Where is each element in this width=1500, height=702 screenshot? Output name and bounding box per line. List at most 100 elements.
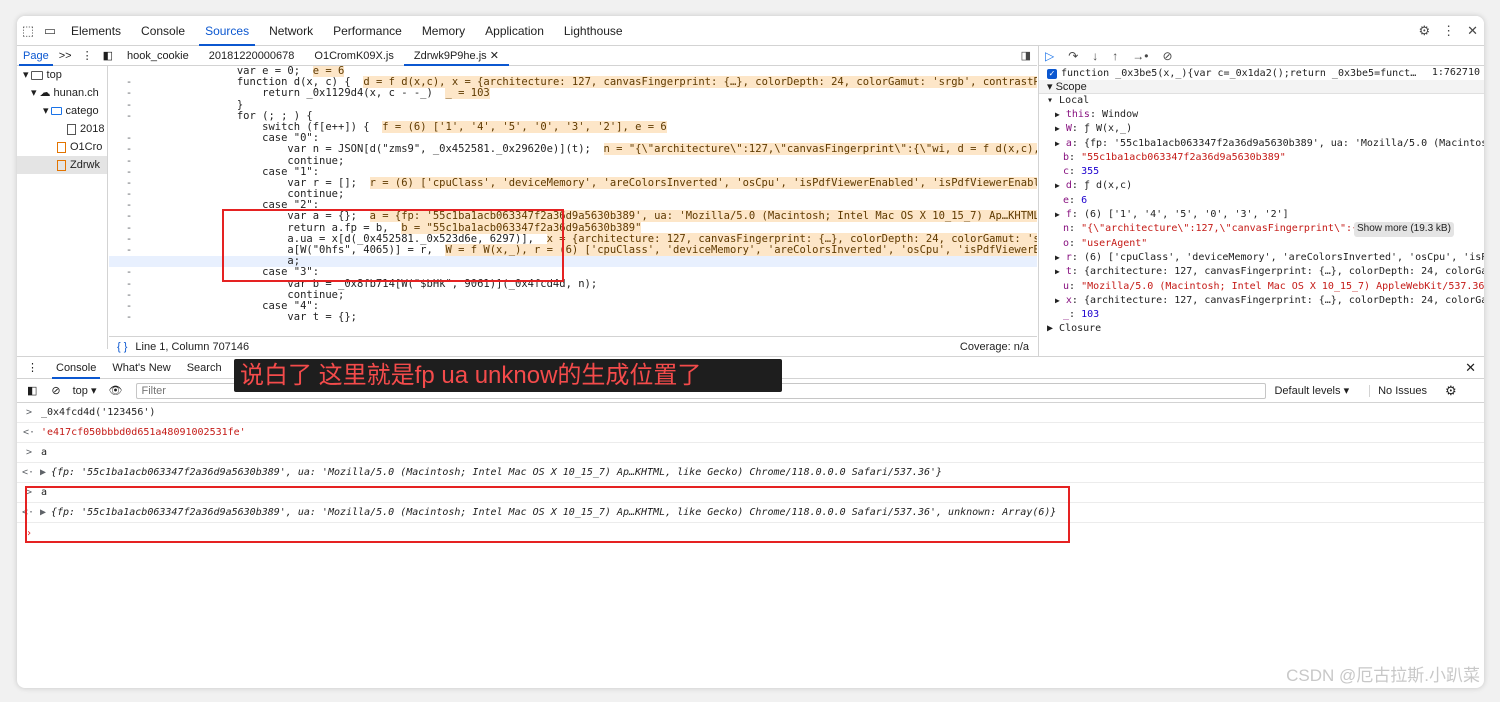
step-out-icon[interactable]: ↑ (1112, 49, 1118, 63)
context-selector[interactable]: top ▾ (73, 384, 97, 397)
scope-variable-key: this (1065, 109, 1090, 120)
resume-icon[interactable]: ▷ (1045, 49, 1054, 63)
file-tab-o1cromk09x[interactable]: O1CromK09X.js (304, 46, 403, 66)
issues-counter[interactable]: No Issues (1369, 384, 1427, 397)
sidebar-toggle-icon[interactable]: ◧ (27, 384, 37, 397)
tab-network[interactable]: Network (259, 16, 323, 46)
scope-variable[interactable]: b: "55c1ba1acb063347f2a36d9a5630b389" (1039, 151, 1484, 165)
expand-arrow-icon: ▶ (1055, 124, 1060, 134)
scope-variable[interactable]: ▶ t: {architecture: 127, canvasFingerpri… (1039, 265, 1484, 279)
tab-sources[interactable]: Sources (195, 16, 259, 46)
close-drawer-icon[interactable]: ✕ (1465, 360, 1476, 376)
toggle-debugger-icon[interactable]: ◨ (1021, 49, 1031, 62)
tree-item-top[interactable]: ▾ top (17, 66, 107, 84)
console-message[interactable]: > _0x4fcd4d('123456') (17, 403, 1484, 423)
toggle-navigator-icon[interactable]: ◧ (99, 46, 117, 66)
script-file-icon (57, 159, 66, 171)
checkbox-checked-icon[interactable]: ✓ (1047, 69, 1057, 79)
callstack-code: function _0x3be5(x,_){var c=_0x1da2();re… (1061, 68, 1417, 79)
code-text: function d(x, c) { (236, 76, 351, 89)
file-tab-zdrwk9p9he[interactable]: Zdrwk9P9he.js ✕ (403, 45, 509, 66)
close-devtools-icon[interactable]: ✕ (1467, 23, 1478, 39)
tree-item-file-js2[interactable]: Zdrwk (17, 156, 107, 174)
tab-performance[interactable]: Performance (323, 16, 412, 46)
scope-variable[interactable]: ▶ this: Window (1039, 108, 1484, 122)
code-editor[interactable]: var e = 0; e = 6- function d(x, c) { d =… (109, 66, 1037, 336)
scope-variable[interactable]: ▶ r: (6) ['cpuClass', 'deviceMemory', 'a… (1039, 251, 1484, 265)
inline-value: _ = 103 (445, 87, 490, 100)
drawer-tab-whats-new[interactable]: What's New (104, 357, 178, 379)
clear-console-icon[interactable]: ⊘ (51, 384, 60, 397)
pretty-print-icon[interactable]: { } (117, 341, 127, 353)
step-over-icon[interactable]: ↷ (1068, 49, 1078, 63)
console-message[interactable]: > a (17, 443, 1484, 463)
line-gutter[interactable]: - (109, 244, 149, 256)
tab-elements[interactable]: Elements (61, 16, 131, 46)
file-tab-hook-cookie[interactable]: hook_cookie (117, 46, 199, 66)
inspect-element-icon[interactable]: ⬚ (17, 20, 39, 42)
file-tab-20181220000678[interactable]: 20181220000678 (199, 46, 305, 66)
callstack-entry[interactable]: ✓ function _0x3be5(x,_){var c=_0x1da2();r… (1039, 66, 1484, 80)
more-options-icon[interactable]: ⋮ (1442, 23, 1455, 39)
navigator-more-icon[interactable]: >> (55, 46, 76, 66)
console-settings-gear-icon[interactable]: ⚙ (1445, 383, 1457, 399)
tab-application[interactable]: Application (475, 16, 554, 46)
code-text: for (; ; ) { (236, 109, 313, 122)
scope-variable[interactable]: ▶ d: ƒ d(x,c) (1039, 179, 1484, 193)
live-expression-eye-icon[interactable]: 👁 (109, 384, 123, 397)
scope-variable[interactable]: _: 103 (1039, 308, 1484, 322)
line-gutter[interactable]: - (109, 144, 149, 155)
scope-variable[interactable]: ▶ W: ƒ W(x,_) (1039, 122, 1484, 136)
console-message[interactable]: <· ▶ {fp: '55c1ba1acb063347f2a36d9a5630b3… (17, 463, 1484, 483)
close-tab-icon[interactable]: ✕ (490, 50, 499, 62)
console-message[interactable]: <· 'e417cf050bbbd0d651a48091002531fe' (17, 423, 1484, 443)
tab-console[interactable]: Console (131, 16, 195, 46)
tree-item-folder[interactable]: ▾ catego (17, 102, 107, 120)
closure-scope-header[interactable]: ▶ Closure (1039, 322, 1484, 336)
step-icon[interactable]: →• (1132, 49, 1148, 63)
navigator-menu-icon[interactable]: ⋮ (76, 46, 99, 66)
scope-variable[interactable]: ▶ x: {architecture: 127, canvasFingerpri… (1039, 294, 1484, 308)
settings-gear-icon[interactable]: ⚙ (1418, 23, 1430, 39)
annotation-caption: 说白了 这里就是fp ua unknow的生成位置了 (234, 359, 782, 392)
device-toolbar-icon[interactable]: ▭ (39, 20, 61, 42)
console-prefix-icon: > (25, 407, 33, 418)
callstack-location: 1:762710 (1431, 67, 1480, 78)
scope-variable[interactable]: n: "{\"architecture\":127,\"canvasFinger… (1039, 222, 1484, 237)
tab-memory[interactable]: Memory (412, 16, 475, 46)
scope-variable[interactable]: u: "Mozilla/5.0 (Macintosh; Intel Mac OS… (1039, 280, 1484, 294)
tree-item-file-js1[interactable]: O1Cro (17, 138, 107, 156)
local-scope-header[interactable]: ▾ Local (1039, 94, 1484, 108)
line-gutter[interactable]: - (109, 88, 149, 99)
tree-item-domain[interactable]: ▾ ☁ hunan.ch (17, 84, 107, 102)
tab-lighthouse[interactable]: Lighthouse (554, 16, 633, 46)
scope-variable-value: 6 (1081, 194, 1088, 206)
scope-variable-key: t (1065, 266, 1072, 278)
scope-variable[interactable]: c: 355 (1039, 165, 1484, 179)
drawer-tab-console[interactable]: Console (48, 357, 104, 379)
code-line[interactable]: - return _0x1129d4(x, c - -_) _ = 103 (109, 87, 1037, 100)
code-line[interactable]: - var t = {}; (109, 311, 1037, 323)
drawer-tab-search[interactable]: Search (179, 357, 230, 379)
show-more-button[interactable]: Show more (19.3 kB) (1354, 222, 1454, 237)
line-gutter[interactable]: - (109, 267, 149, 278)
tree-item-file-html[interactable]: 2018 (17, 120, 107, 138)
log-levels-dropdown[interactable]: Default levels ▾ (1274, 384, 1349, 397)
expand-arrow-icon: ▾ (31, 87, 37, 99)
line-gutter[interactable]: - (109, 211, 149, 222)
line-gutter[interactable]: - (109, 110, 149, 122)
scope-variable[interactable]: o: "userAgent" (1039, 237, 1484, 251)
inline-value: d = f d(x,c), x = {architecture: 127, ca… (363, 76, 1037, 89)
step-into-icon[interactable]: ↓ (1092, 49, 1098, 63)
line-gutter[interactable]: - (109, 311, 149, 323)
scope-variable-value: ƒ d(x,c) (1083, 180, 1133, 192)
scope-header[interactable]: ▾ Scope (1039, 80, 1484, 94)
deactivate-breakpoints-icon[interactable]: ⊘ (1163, 49, 1173, 63)
navigator-page-tab[interactable]: Page (17, 46, 55, 66)
scope-variable-value: {fp: '55c1ba1acb063347f2a36d9a5630b389',… (1083, 137, 1484, 149)
scope-variable[interactable]: e: 6 (1039, 194, 1484, 208)
expand-arrow-icon: ▶ (1055, 138, 1060, 148)
drawer-menu-icon[interactable]: ⋮ (17, 357, 48, 379)
scope-variable[interactable]: ▶ a: {fp: '55c1ba1acb063347f2a36d9a5630b… (1039, 137, 1484, 151)
scope-variable[interactable]: ▶ f: (6) ['1', '4', '5', '0', '3', '2'] (1039, 208, 1484, 222)
